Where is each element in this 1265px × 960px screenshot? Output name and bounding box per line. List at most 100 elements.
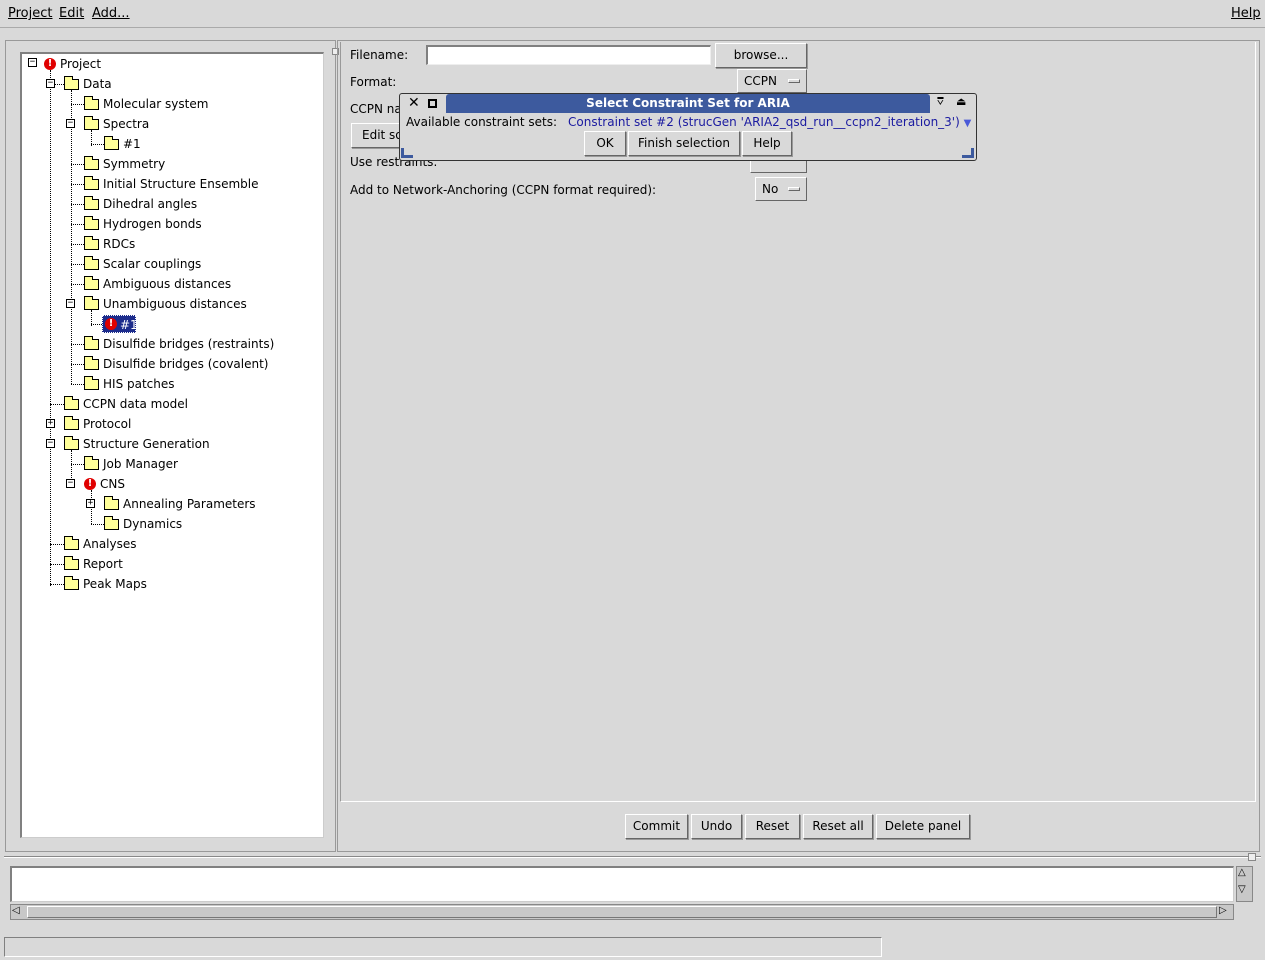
tree-label: Molecular system xyxy=(103,97,209,111)
reset-all-button[interactable]: Reset all xyxy=(803,814,873,839)
tree-item-unambiguous-distances[interactable]: Unambiguous distances xyxy=(103,295,247,313)
tree-label: Scalar couplings xyxy=(103,257,202,271)
folder-icon xyxy=(84,276,99,290)
tree-item-protocol[interactable]: Protocol xyxy=(83,415,131,433)
tree-item-annealing-parameters[interactable]: Annealing Parameters xyxy=(123,495,256,513)
constraint-set-select[interactable]: Constraint set #2 (strucGen 'ARIA2_qsd_r… xyxy=(568,115,971,129)
folder-icon xyxy=(84,116,99,130)
tree-line xyxy=(71,264,84,265)
tree-line xyxy=(50,584,64,585)
tree-label: Disulfide bridges (restraints) xyxy=(103,337,275,351)
tree-line xyxy=(71,164,84,165)
scroll-down-icon[interactable]: ▽ xyxy=(1238,884,1246,895)
shade-up-icon[interactable]: ⏏ xyxy=(956,95,966,108)
tree-label: #1 xyxy=(120,318,138,332)
reset-button[interactable]: Reset xyxy=(745,814,800,839)
tree-item-report[interactable]: Report xyxy=(83,555,123,573)
tree-item-project[interactable]: Project xyxy=(60,55,101,73)
tree-item-data[interactable]: Data xyxy=(83,75,112,93)
maximize-icon[interactable] xyxy=(428,99,437,108)
folder-icon xyxy=(104,136,119,150)
tree-label: Data xyxy=(83,77,112,91)
network-anchoring-select[interactable]: No xyxy=(755,177,807,201)
delete-panel-button[interactable]: Delete panel xyxy=(876,814,970,839)
tree-item-unambiguous-1-selected[interactable]: ! #1 xyxy=(102,315,138,333)
edit-selection-button[interactable]: Edit so xyxy=(351,123,401,148)
shade-down-icon[interactable]: ⩢ xyxy=(937,95,944,109)
scrollbar-thumb[interactable] xyxy=(27,906,1217,918)
finish-selection-button[interactable]: Finish selection xyxy=(628,131,740,156)
vertical-scrollbar[interactable]: △ ▽ xyxy=(1236,866,1253,902)
tree-item-ccpn-data-model[interactable]: CCPN data model xyxy=(83,395,188,413)
browse-button[interactable]: browse... xyxy=(715,43,807,68)
expand-toggle[interactable]: + xyxy=(86,499,95,508)
tree-item-symmetry[interactable]: Symmetry xyxy=(103,155,165,173)
ok-button[interactable]: OK xyxy=(584,131,626,156)
tree-item-hydrogen-bonds[interactable]: Hydrogen bonds xyxy=(103,215,202,233)
error-icon: ! xyxy=(44,58,56,70)
folder-icon xyxy=(64,436,79,450)
tree-item-job-manager[interactable]: Job Manager xyxy=(103,455,178,473)
tree-item-disulfide-restraints[interactable]: Disulfide bridges (restraints) xyxy=(103,335,274,353)
collapse-toggle[interactable]: − xyxy=(46,439,55,448)
tree-item-peak-maps[interactable]: Peak Maps xyxy=(83,575,147,593)
close-icon[interactable]: ✕ xyxy=(408,95,420,111)
horizontal-scrollbar[interactable]: ◁ ▷ xyxy=(10,904,1234,920)
collapse-toggle[interactable]: − xyxy=(46,79,55,88)
error-icon: ! xyxy=(105,318,117,330)
filename-label: Filename: xyxy=(350,48,409,62)
tree-item-spectrum-1[interactable]: #1 xyxy=(123,135,141,153)
tree-line xyxy=(71,344,84,345)
resize-corner-icon[interactable] xyxy=(401,148,413,158)
folder-icon xyxy=(84,296,99,310)
menu-add[interactable]: Add... xyxy=(92,6,130,21)
collapse-toggle[interactable]: − xyxy=(66,299,75,308)
error-icon: ! xyxy=(84,478,96,490)
menu-add-label: Add... xyxy=(92,6,130,21)
divider xyxy=(4,856,1261,858)
filename-input[interactable] xyxy=(426,45,711,65)
option-menu-indicator-icon xyxy=(788,187,800,191)
tree-item-disulfide-covalent[interactable]: Disulfide bridges (covalent) xyxy=(103,355,269,373)
menu-edit[interactable]: Edit xyxy=(59,6,84,21)
menu-project[interactable]: Project xyxy=(8,6,52,21)
tree-item-cns[interactable]: CNS xyxy=(100,475,125,493)
collapse-toggle[interactable]: − xyxy=(66,119,75,128)
format-select-value: CCPN xyxy=(744,74,777,88)
folder-icon xyxy=(64,576,79,590)
menu-help[interactable]: Help xyxy=(1231,6,1261,21)
collapse-toggle[interactable]: − xyxy=(66,479,75,488)
undo-button[interactable]: Undo xyxy=(691,814,742,839)
tree-item-rdcs[interactable]: RDCs xyxy=(103,235,135,253)
project-tree[interactable]: − ! Project − Data Molecular system − Sp… xyxy=(20,52,324,838)
format-select[interactable]: CCPN xyxy=(737,69,807,93)
tree-item-structure-generation[interactable]: Structure Generation xyxy=(83,435,210,453)
log-console[interactable] xyxy=(10,866,1234,902)
expand-toggle[interactable]: + xyxy=(46,419,55,428)
dialog-title-bar[interactable]: Select Constraint Set for ARIA xyxy=(446,94,930,113)
tree-item-ambiguous-distances[interactable]: Ambiguous distances xyxy=(103,275,231,293)
tree-line xyxy=(50,544,64,545)
tree-item-his-patches[interactable]: HIS patches xyxy=(103,375,175,393)
tree-item-analyses[interactable]: Analyses xyxy=(83,535,137,553)
tree-item-scalar-couplings[interactable]: Scalar couplings xyxy=(103,255,201,273)
pane-splitter-handle[interactable] xyxy=(1248,853,1256,861)
scroll-left-icon[interactable]: ◁ xyxy=(12,905,20,916)
tree-item-initial-structure-ensemble[interactable]: Initial Structure Ensemble xyxy=(103,175,259,193)
resize-corner-icon[interactable] xyxy=(962,148,974,158)
folder-icon xyxy=(84,356,99,370)
tree-label: Ambiguous distances xyxy=(103,277,232,291)
tree-label: Job Manager xyxy=(103,457,178,471)
tree-item-spectra[interactable]: Spectra xyxy=(103,115,149,133)
tree-item-dynamics[interactable]: Dynamics xyxy=(123,515,182,533)
scroll-up-icon[interactable]: △ xyxy=(1238,867,1246,878)
collapse-toggle[interactable]: − xyxy=(28,58,37,67)
tree-label: Peak Maps xyxy=(83,577,147,591)
status-bar xyxy=(4,937,882,957)
dialog-help-button[interactable]: Help xyxy=(742,131,792,156)
tree-item-dihedral-angles[interactable]: Dihedral angles xyxy=(103,195,197,213)
tree-item-molecular-system[interactable]: Molecular system xyxy=(103,95,208,113)
tree-line xyxy=(50,70,51,586)
scroll-right-icon[interactable]: ▷ xyxy=(1219,905,1227,916)
commit-button[interactable]: Commit xyxy=(625,814,688,839)
